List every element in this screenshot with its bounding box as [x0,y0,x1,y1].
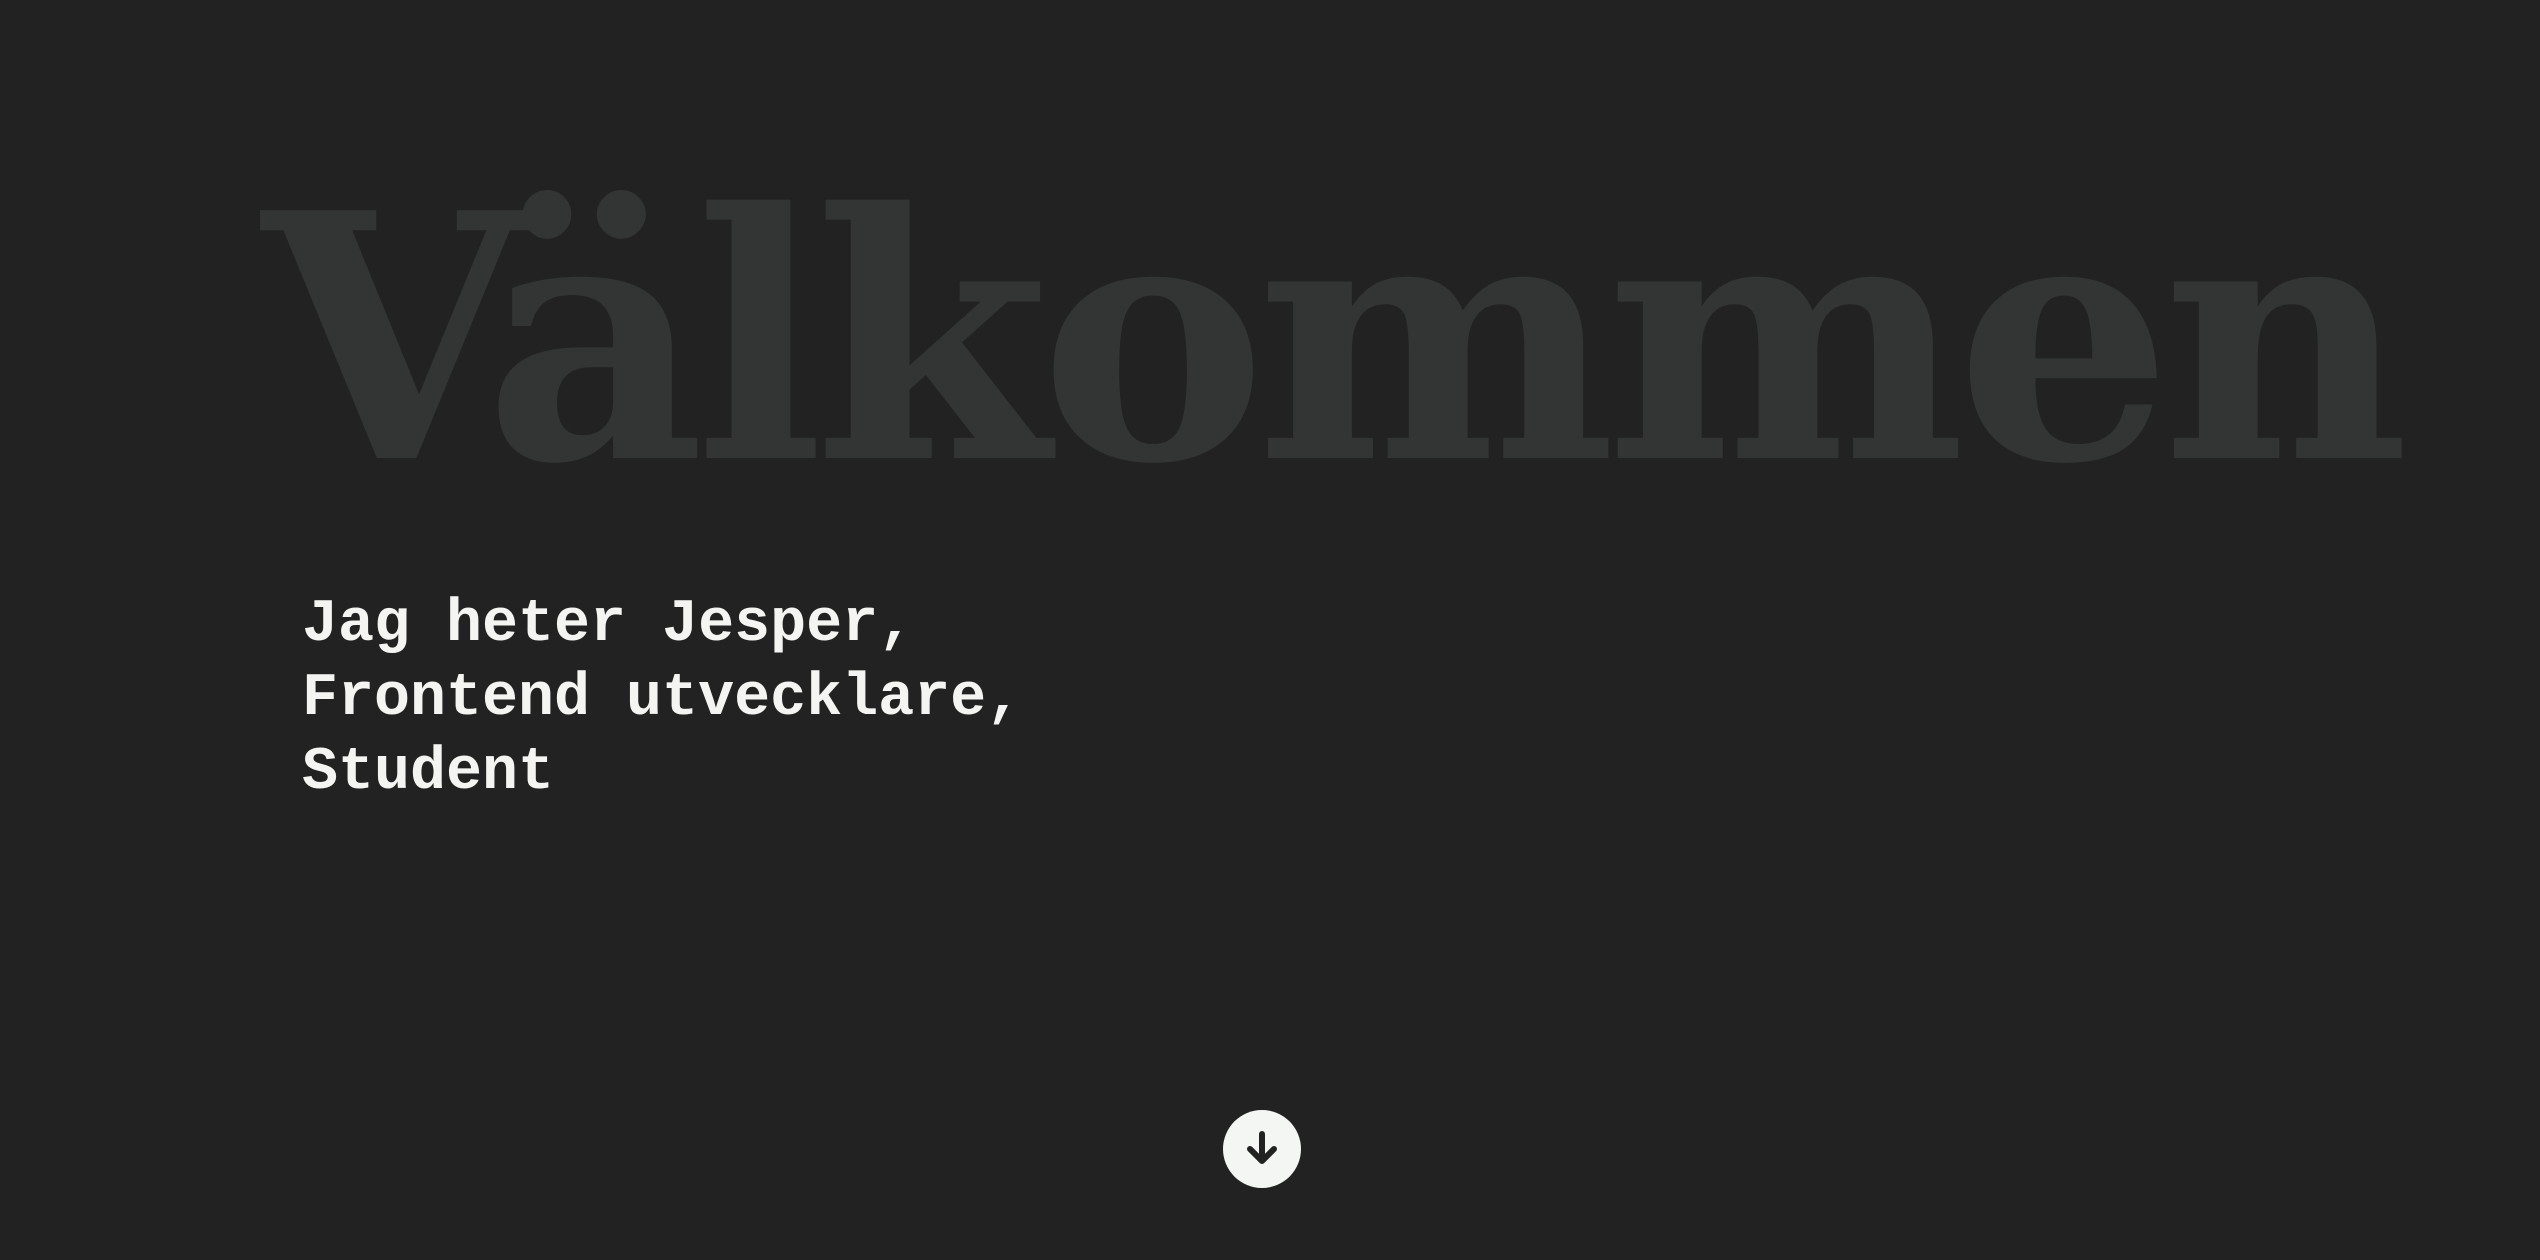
scroll-down-button[interactable] [1223,1110,1301,1188]
intro-line-name: Jag heter Jesper, [302,591,915,659]
intro-line-role: Frontend utvecklare, [302,665,1023,733]
intro-text: Jag heter Jesper, Frontend utvecklare, S… [302,588,1022,810]
arrow-down-icon [1247,1131,1277,1164]
welcome-heading: Välkommen [262,140,2409,539]
intro-line-status: Student [302,739,555,807]
hero-section: Välkommen Jag heter Jesper, Frontend utv… [0,0,2540,1260]
